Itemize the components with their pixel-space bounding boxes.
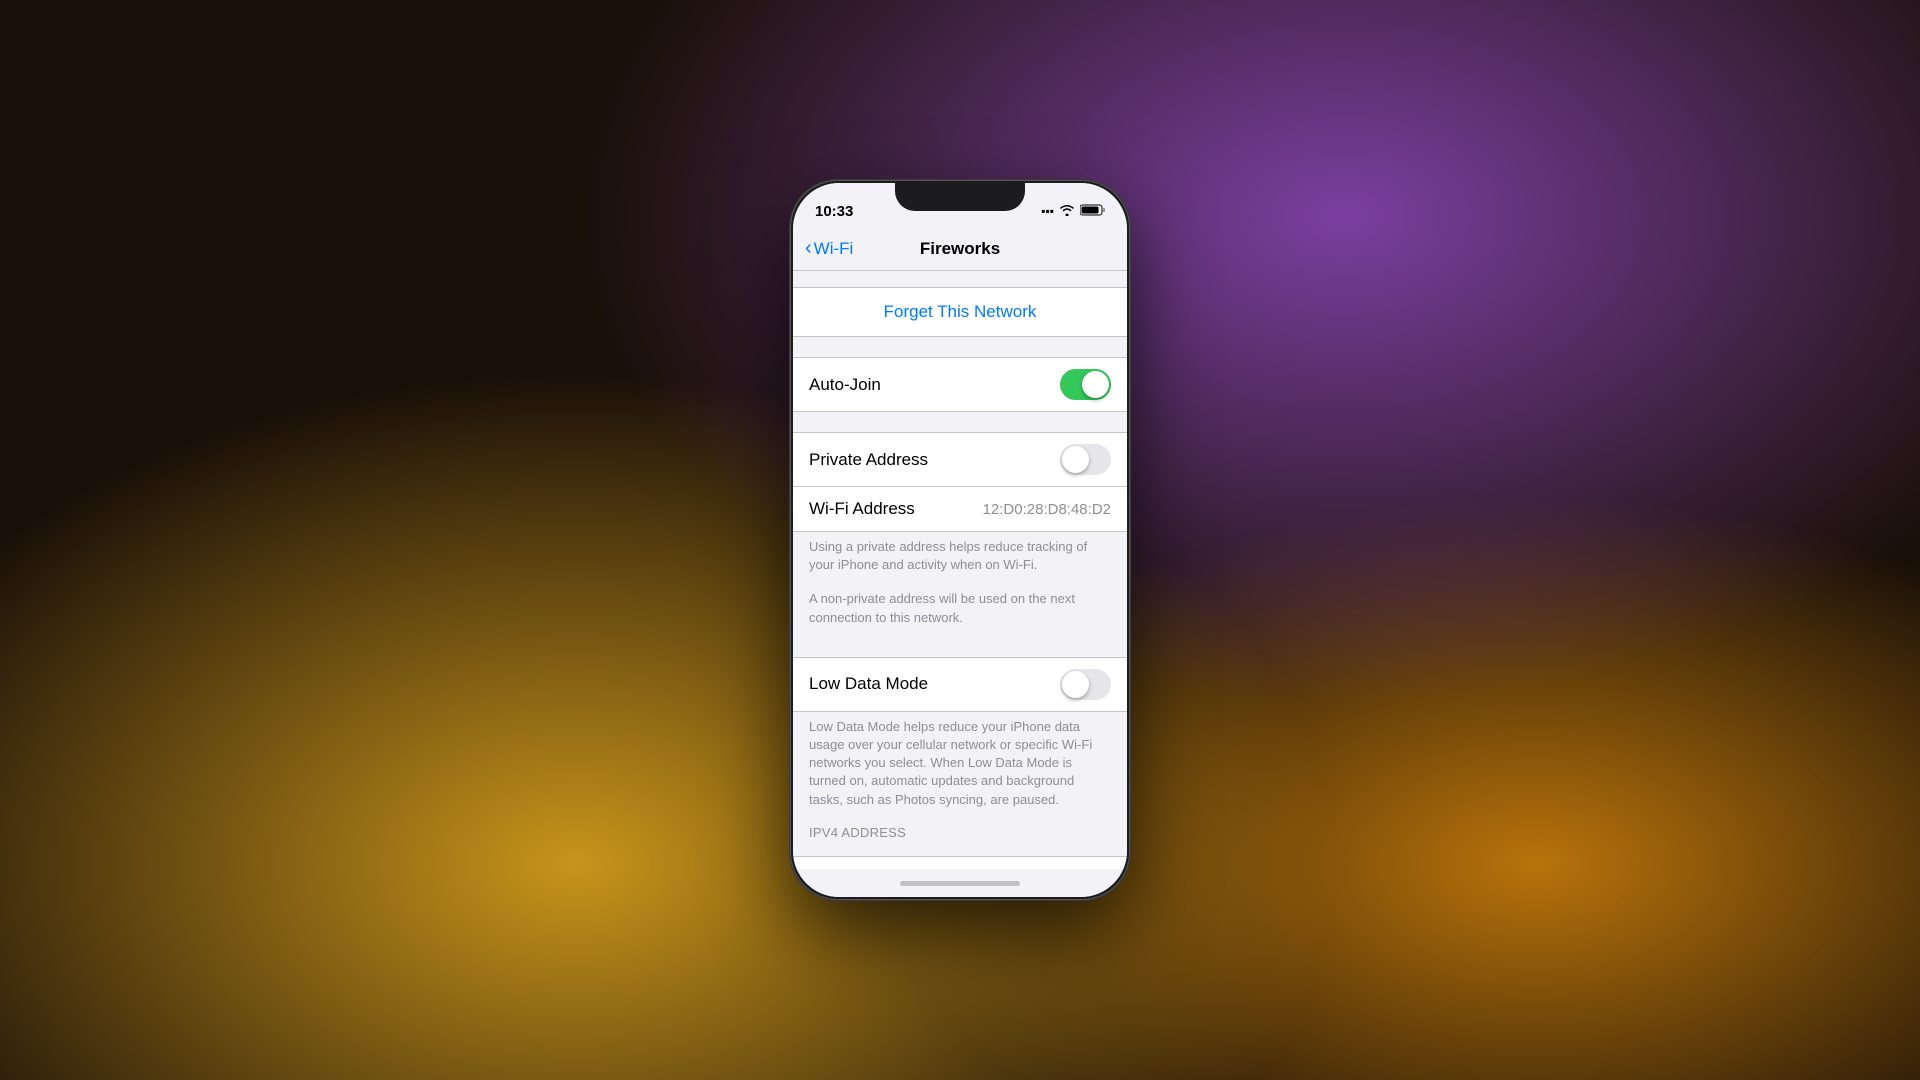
notch xyxy=(895,183,1025,211)
signal-icon: ▪▪▪ xyxy=(1041,204,1054,218)
back-label: Wi-Fi xyxy=(814,239,854,259)
status-icons: ▪▪▪ xyxy=(1041,204,1105,219)
private-address-row: Private Address xyxy=(793,433,1127,487)
low-data-mode-label: Low Data Mode xyxy=(809,674,928,694)
wifi-address-label: Wi-Fi Address xyxy=(809,499,915,519)
spacer-2 xyxy=(793,337,1127,345)
wifi-icon xyxy=(1059,204,1075,219)
scroll-content[interactable]: Forget This Network Auto-Join xyxy=(793,271,1127,869)
low-data-mode-row: Low Data Mode xyxy=(793,658,1127,711)
home-bar xyxy=(900,881,1020,886)
nav-title: Fireworks xyxy=(920,239,1000,259)
spacer-4 xyxy=(793,637,1127,645)
configure-ip-row[interactable]: Configure IP Automatic › xyxy=(793,857,1127,869)
forget-network-row[interactable]: Forget This Network xyxy=(793,287,1127,337)
private-address-toggle[interactable] xyxy=(1060,444,1111,475)
home-indicator xyxy=(793,869,1127,897)
battery-icon xyxy=(1080,204,1105,219)
spacer-top xyxy=(793,271,1127,279)
private-address-desc1: Using a private address helps reduce tra… xyxy=(793,532,1127,584)
auto-join-thumb xyxy=(1082,371,1109,398)
low-data-mode-group: Low Data Mode xyxy=(793,657,1127,712)
phone-screen: 10:33 ▪▪▪ xyxy=(793,183,1127,897)
auto-join-row: Auto-Join xyxy=(793,358,1127,411)
phone-device: 10:33 ▪▪▪ xyxy=(790,180,1130,900)
private-address-label: Private Address xyxy=(809,450,928,470)
status-time: 10:33 xyxy=(815,203,853,220)
ipv4-group: Configure IP Automatic › IP Address 10.0… xyxy=(793,856,1127,869)
auto-join-toggle[interactable] xyxy=(1060,369,1111,400)
nav-bar: ‹ Wi-Fi Fireworks xyxy=(793,227,1127,271)
wifi-address-value: 12:D0:28:D8:48:D2 xyxy=(983,501,1111,518)
private-address-thumb xyxy=(1062,446,1089,473)
auto-join-group: Auto-Join xyxy=(793,357,1127,412)
spacer-3 xyxy=(793,412,1127,420)
low-data-mode-desc: Low Data Mode helps reduce your iPhone d… xyxy=(793,712,1127,819)
phone-wrapper: 10:33 ▪▪▪ xyxy=(790,180,1130,900)
back-chevron-icon: ‹ xyxy=(805,237,812,260)
back-button[interactable]: ‹ Wi-Fi xyxy=(805,238,853,260)
forget-network-label[interactable]: Forget This Network xyxy=(809,302,1111,322)
low-data-mode-toggle[interactable] xyxy=(1060,669,1111,700)
low-data-mode-thumb xyxy=(1062,671,1089,698)
private-address-group: Private Address Wi-Fi Address 12:D0:28:D… xyxy=(793,432,1127,532)
auto-join-label: Auto-Join xyxy=(809,375,881,395)
ipv4-header: IPV4 ADDRESS xyxy=(793,819,1127,844)
private-address-desc2: A non-private address will be used on th… xyxy=(793,584,1127,636)
wifi-address-row: Wi-Fi Address 12:D0:28:D8:48:D2 xyxy=(793,487,1127,531)
